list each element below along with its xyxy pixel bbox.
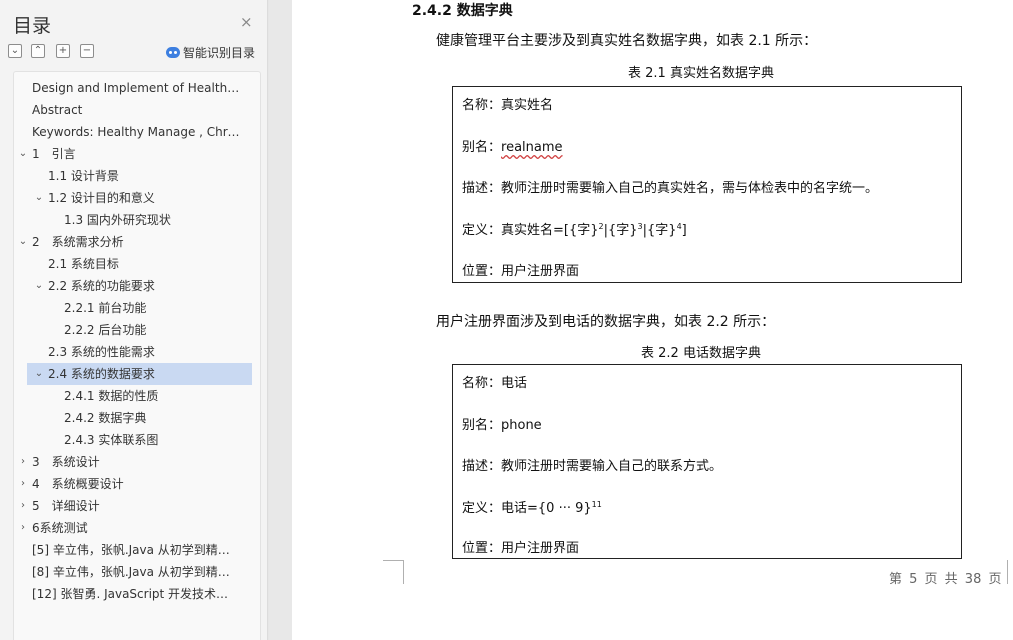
section-heading: 2.4.2 数据字典 [412, 3, 513, 19]
toc-item[interactable]: 2.2.2 后台功能 [14, 319, 260, 341]
add-heading-icon[interactable]: + [56, 44, 70, 58]
toc-item-label: 4 系统概要设计 [32, 477, 124, 491]
toc-item[interactable]: 2.4.1 数据的性质 [14, 385, 260, 407]
smart-toc-label: 智能识别目录 [183, 46, 256, 60]
field-name: 名称：真实姓名 [462, 98, 554, 113]
toc-item[interactable]: [5] 辛立伟，张帆.Java 从初学到精通. ... [14, 539, 260, 561]
toc-item-label: 1.2 设计目的和意义 [48, 191, 155, 205]
toc-item-label: 1.1 设计背景 [48, 169, 119, 183]
field-description: 描述：教师注册时需要输入自己的真实姓名，需与体检表中的名字统一。 [462, 181, 879, 196]
toc-item[interactable]: 2.4.2 数据字典 [14, 407, 260, 429]
alias-label: 别名： [462, 140, 502, 155]
collapse-all-icon[interactable]: ⌄ [8, 44, 22, 58]
chevron-down-icon[interactable]: ⌄ [33, 363, 45, 385]
toc-item-label: 3 系统设计 [32, 455, 100, 469]
toc-item-label: [5] 辛立伟，张帆.Java 从初学到精通. ... [32, 543, 240, 557]
toc-item-label: [8] 辛立伟，张帆.Java 从初学到精通. ... [32, 565, 240, 579]
toc-item[interactable]: Design and Implement of Health ... [14, 77, 260, 99]
definition-text-2: |{字} [603, 223, 638, 238]
toc-item-label: 2.2 系统的功能要求 [48, 279, 155, 293]
toc-title: 目录 [13, 15, 52, 37]
paragraph-phone-intro: 用户注册界面涉及到电话的数据字典，如表 2.2 所示： [436, 314, 776, 330]
field-alias: 别名：phone [462, 418, 542, 433]
toc-item[interactable]: 2.2.1 前台功能 [14, 297, 260, 319]
crop-mark-right [1007, 560, 1013, 584]
toc-item-label: 2.4.2 数据字典 [64, 411, 147, 425]
definition-sup: 11 [591, 500, 602, 509]
crop-mark-left [383, 560, 404, 584]
field-definition: 定义：电话={0 ··· 9}11 [462, 497, 602, 516]
toc-item-label: Keywords: Healthy Manage , Chron ... [32, 125, 240, 139]
close-icon[interactable]: × [240, 15, 253, 30]
toc-item-label: 2.3 系统的性能需求 [48, 345, 155, 359]
toc-item[interactable]: ⌄ 1.2 设计目的和意义 [14, 187, 260, 209]
remove-heading-icon[interactable]: − [80, 44, 94, 58]
table-caption-2: 表 2.2 电话数据字典 [641, 346, 761, 361]
chevron-right-icon[interactable]: › [17, 495, 29, 517]
toc-item[interactable]: › 6系统测试 [14, 517, 260, 539]
chevron-down-icon[interactable]: ⌄ [33, 187, 45, 209]
smart-toc-button[interactable]: 智能识别目录 [166, 44, 255, 61]
toc-item-label: 2.4.3 实体联系图 [64, 433, 159, 447]
definition-text-4: ] [681, 223, 687, 238]
toc-item[interactable]: 2.3 系统的性能需求 [14, 341, 260, 363]
toc-item[interactable]: 1.3 国内外研究现状 [14, 209, 260, 231]
toc-item[interactable]: ⌄ 2 系统需求分析 [14, 231, 260, 253]
toc-item-label: 2.2.2 后台功能 [64, 323, 147, 337]
field-definition: 定义：真实姓名=[{字}2|{字}3|{字}4] [462, 219, 687, 238]
toc-item-label: 2.4.1 数据的性质 [64, 389, 159, 403]
toc-item-label: 2.1 系统目标 [48, 257, 119, 271]
table-caption-1: 表 2.1 真实姓名数据字典 [628, 66, 774, 81]
toc-item-label: 2.4 系统的数据要求 [48, 367, 155, 381]
page-number-footer: 第 5 页 共 38 页 [889, 572, 1002, 587]
chevron-down-icon[interactable]: ⌄ [17, 143, 29, 165]
robot-icon [166, 47, 180, 58]
toc-item[interactable]: Keywords: Healthy Manage , Chron ... [14, 121, 260, 143]
toc-item[interactable]: › 5 详细设计 [14, 495, 260, 517]
field-description: 描述：教师注册时需要输入自己的联系方式。 [462, 459, 723, 474]
chevron-right-icon[interactable]: › [17, 517, 29, 539]
toc-item[interactable]: ⌄ 2.2 系统的功能要求 [14, 275, 260, 297]
data-dictionary-table-realname: 名称：真实姓名 别名：realname 描述：教师注册时需要输入自己的真实姓名，… [452, 86, 962, 283]
field-position: 位置：用户注册界面 [462, 541, 580, 556]
chevron-down-icon[interactable]: ⌄ [17, 231, 29, 253]
chevron-down-icon[interactable]: ⌄ [33, 275, 45, 297]
definition-text-3: |{字} [642, 223, 677, 238]
field-position: 位置：用户注册界面 [462, 264, 580, 279]
toc-item[interactable]: › 3 系统设计 [14, 451, 260, 473]
expand-up-icon[interactable]: ⌃ [31, 44, 45, 58]
toc-item-label: 2 系统需求分析 [32, 235, 124, 249]
chevron-right-icon[interactable]: › [17, 451, 29, 473]
toc-item[interactable]: Abstract [14, 99, 260, 121]
toc-item[interactable]: 2.4.3 实体联系图 [14, 429, 260, 451]
field-name: 名称：电话 [462, 376, 528, 391]
toc-item-label: 2.2.1 前台功能 [64, 301, 147, 315]
chevron-right-icon[interactable]: › [17, 473, 29, 495]
definition-text: 定义：真实姓名=[{字} [462, 223, 599, 238]
data-dictionary-table-phone: 名称：电话 别名：phone 描述：教师注册时需要输入自己的联系方式。 定义：电… [452, 364, 962, 559]
toc-item-label: [12] 张智勇. JavaScript 开发技术大 ... [32, 587, 240, 601]
toc-list: Design and Implement of Health ... Abstra… [13, 71, 261, 640]
toc-item[interactable]: 2.1 系统目标 [14, 253, 260, 275]
toc-item-label: 1.3 国内外研究现状 [64, 213, 171, 227]
toc-item-label: Design and Implement of Health ... [32, 81, 240, 95]
toc-item-label: 6系统测试 [32, 521, 88, 535]
toc-item[interactable]: [12] 张智勇. JavaScript 开发技术大 ... [14, 583, 260, 605]
field-alias: 别名：realname [462, 136, 563, 155]
toc-item-label: 1 引言 [32, 147, 76, 161]
toc-item[interactable]: [8] 辛立伟，张帆.Java 从初学到精通. ... [14, 561, 260, 583]
alias-value: realname [501, 140, 563, 155]
toc-item-label: 5 详细设计 [32, 499, 100, 513]
definition-text: 定义：电话={0 ··· 9} [462, 501, 592, 516]
toc-item[interactable]: ⌄ 1 引言 [14, 143, 260, 165]
toc-item[interactable]: 1.1 设计背景 [14, 165, 260, 187]
toc-item[interactable]: › 4 系统概要设计 [14, 473, 260, 495]
toc-panel: 目录 × ⌄ ⌃ + − 智能识别目录 Design and Implement… [0, 0, 268, 640]
toc-item-label: Abstract [32, 103, 83, 117]
paragraph-realname-intro: 健康管理平台主要涉及到真实姓名数据字典，如表 2.1 所示： [436, 33, 818, 49]
toc-item[interactable]: ⌄ 2.4 系统的数据要求 [27, 363, 252, 385]
